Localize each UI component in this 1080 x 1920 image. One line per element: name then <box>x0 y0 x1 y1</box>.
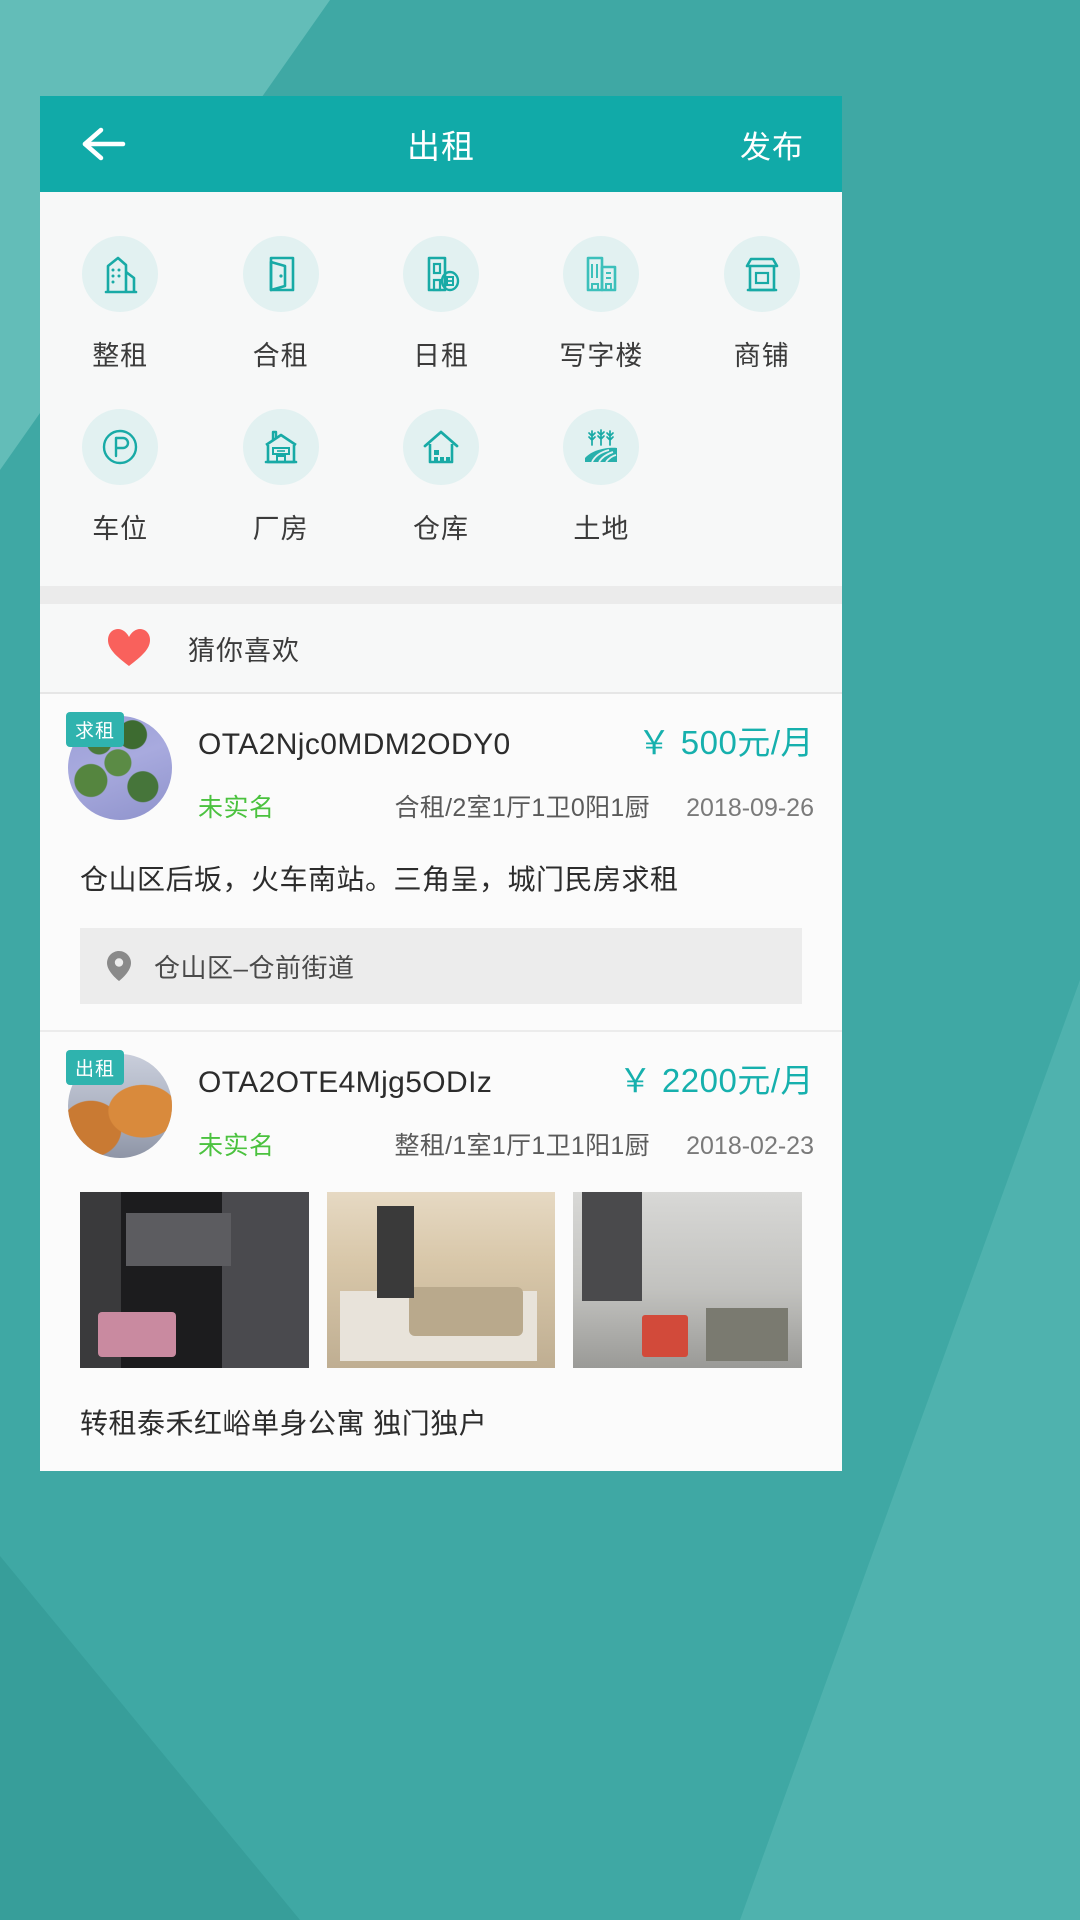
listing-photos <box>68 1192 814 1368</box>
factory-icon <box>259 425 303 469</box>
office-tower-icon <box>579 252 623 296</box>
listing-description: 仓山区后坂，火车南站。三角呈，城门民房求租 <box>80 864 679 895</box>
listing-meta-row: 未实名 合租/2室1厅1卫0阳1厨 2018-09-26 <box>198 788 814 824</box>
category-label: 日租 <box>412 341 469 371</box>
storefront-icon <box>740 252 784 296</box>
category-icon-bg <box>82 409 159 485</box>
listing-spec: 整租/1室1厅1卫1阳1厨 <box>394 1132 650 1160</box>
photo-detail <box>98 1311 177 1358</box>
verify-status: 未实名 <box>198 1132 275 1160</box>
parking-icon <box>98 425 142 469</box>
listing-photo[interactable] <box>326 1192 556 1368</box>
category-label: 土地 <box>573 514 630 544</box>
category-row-1: 整租 合租 日租 写字楼 商铺 <box>40 236 842 373</box>
category-item-office[interactable]: 写字楼 <box>521 236 681 373</box>
listing-header: 求租 OTA2Njc0MDM2ODY0 ￥ 500元/月 未实名 合租/2室1厅… <box>66 712 814 824</box>
category-item-parking[interactable]: 车位 <box>40 409 200 546</box>
category-item-warehouse[interactable]: 仓库 <box>361 409 521 546</box>
open-door-icon <box>259 252 303 296</box>
category-label: 整租 <box>92 341 149 371</box>
photo-detail <box>125 1213 231 1266</box>
avatar-wrapper: 求租 <box>66 712 172 820</box>
farmland-icon <box>579 425 623 469</box>
listing-spec: 合租/2室1厅1卫0阳1厨 <box>394 794 650 822</box>
photo-detail <box>582 1192 642 1302</box>
back-button[interactable] <box>78 118 130 170</box>
category-label: 车位 <box>92 514 149 544</box>
heart-icon <box>106 627 152 669</box>
warehouse-icon <box>419 425 463 469</box>
background-decoration-bottom-left <box>0 1556 300 1920</box>
listing-location[interactable]: 仓山区–仓前街道 <box>80 928 802 1004</box>
location-text: 仓山区–仓前街道 <box>154 952 355 983</box>
location-pin-icon <box>106 950 132 982</box>
listing-card[interactable]: 求租 OTA2Njc0MDM2ODY0 ￥ 500元/月 未实名 合租/2室1厅… <box>40 694 842 1030</box>
listing-price: ￥ 500元/月 <box>637 724 814 761</box>
category-item-land[interactable]: 土地 <box>521 409 681 546</box>
photo-detail <box>408 1287 524 1337</box>
listing-info: OTA2Njc0MDM2ODY0 ￥ 500元/月 未实名 合租/2室1厅1卫0… <box>198 716 814 824</box>
listing-card[interactable]: 出租 OTA2OTE4Mjg5ODIz ￥ 2200元/月 未实名 整租/1室1… <box>40 1030 842 1471</box>
avatar-wrapper: 出租 <box>66 1050 172 1158</box>
category-item-daily-rent[interactable]: 日租 <box>361 236 521 373</box>
category-label: 厂房 <box>252 514 309 544</box>
listing-photo[interactable] <box>573 1192 803 1368</box>
listing-meta-row: 未实名 整租/1室1厅1卫1阳1厨 2018-02-23 <box>198 1126 814 1162</box>
category-icon-bg <box>563 236 640 312</box>
category-icon-bg <box>402 236 479 312</box>
category-item-whole-rent[interactable]: 整租 <box>40 236 200 373</box>
category-item-shop[interactable]: 商铺 <box>682 236 842 373</box>
category-label: 写字楼 <box>559 341 644 371</box>
category-label: 商铺 <box>733 341 790 371</box>
listing-title-row: OTA2Njc0MDM2ODY0 ￥ 500元/月 <box>198 716 814 764</box>
listing-badge: 求租 <box>66 712 125 747</box>
recommend-title: 猜你喜欢 <box>188 635 300 666</box>
category-icon-bg <box>82 236 159 312</box>
listing-title: OTA2Njc0MDM2ODY0 <box>198 728 511 761</box>
app-header: 出租 发布 <box>40 96 842 192</box>
page-title: 出租 <box>407 128 475 165</box>
app-screen: 出租 发布 整租 合租 日租 写字楼 商铺 车位 厂房 仓库 土地 猜你喜欢 求… <box>40 96 842 1471</box>
photo-detail <box>705 1308 789 1361</box>
section-divider <box>40 586 842 604</box>
scroll-container[interactable]: 整租 合租 日租 写字楼 商铺 车位 厂房 仓库 土地 猜你喜欢 求租 OTA2… <box>40 192 842 1471</box>
category-icon-bg <box>723 236 800 312</box>
category-row-2: 车位 厂房 仓库 土地 <box>40 409 842 546</box>
listing-header: 出租 OTA2OTE4Mjg5ODIz ￥ 2200元/月 未实名 整租/1室1… <box>66 1050 814 1162</box>
verify-status: 未实名 <box>198 794 275 822</box>
arrow-left-icon <box>81 124 127 164</box>
listing-badge: 出租 <box>66 1050 125 1085</box>
listing-date: 2018-09-26 <box>686 794 814 822</box>
photo-detail <box>641 1315 688 1358</box>
category-item-factory[interactable]: 厂房 <box>200 409 360 546</box>
category-panel: 整租 合租 日租 写字楼 商铺 车位 厂房 仓库 土地 <box>40 192 842 586</box>
category-item-shared-rent[interactable]: 合租 <box>200 236 360 373</box>
listing-info: OTA2OTE4Mjg5ODIz ￥ 2200元/月 未实名 整租/1室1厅1卫… <box>198 1054 814 1162</box>
listing-price: ￥ 2200元/月 <box>618 1062 814 1099</box>
listing-title-row: OTA2OTE4Mjg5ODIz ￥ 2200元/月 <box>198 1054 814 1102</box>
category-icon-bg <box>242 409 319 485</box>
recommend-header: 猜你喜欢 <box>40 604 842 692</box>
category-label: 仓库 <box>412 514 469 544</box>
category-icon-bg <box>242 236 319 312</box>
listing-date: 2018-02-23 <box>686 1132 814 1160</box>
publish-button[interactable]: 发布 <box>740 122 804 167</box>
listing-title: OTA2OTE4Mjg5ODIz <box>198 1066 493 1099</box>
category-icon-bg <box>563 409 640 485</box>
listing-photo[interactable] <box>80 1192 309 1368</box>
listing-description: 转租泰禾红峪单身公寓 独门独户 <box>80 1408 488 1439</box>
category-icon-bg <box>402 409 479 485</box>
building-icon <box>98 252 142 296</box>
building-calendar-icon <box>419 252 463 296</box>
photo-detail <box>376 1206 414 1298</box>
category-label: 合租 <box>252 341 309 371</box>
